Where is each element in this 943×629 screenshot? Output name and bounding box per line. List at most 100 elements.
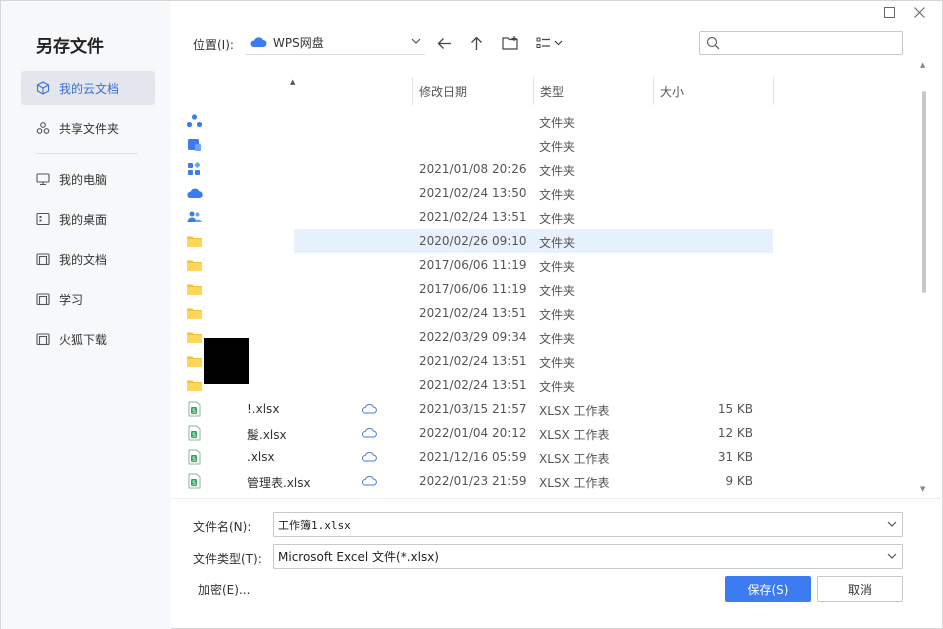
cloud-sync-icon [361,451,377,465]
up-button[interactable] [465,32,487,54]
file-row[interactable]: S 髲.xlsx 2022/01/04 20:12 XLSX 工作表 12 KB [181,421,773,445]
search-box[interactable] [699,31,903,55]
file-type: 文件夹 [539,188,576,202]
view-mode-button[interactable] [535,32,567,54]
folder-icon [186,233,203,249]
file-type: XLSX 工作表 [539,452,610,466]
filetype-select[interactable]: Microsoft Excel 文件(*.xlsx) [273,544,903,569]
sidebar-item-shared[interactable]: 共享文件夹 [21,111,155,145]
column-header-name[interactable] [181,77,413,105]
sidebar-divider [36,153,138,154]
svg-text:S: S [192,456,196,463]
location-value: WPS网盘 [273,35,324,50]
chevron-down-icon[interactable] [887,518,897,532]
maximize-button[interactable] [881,4,897,20]
sidebar-item-label: 共享文件夹 [59,121,120,136]
file-row[interactable]: S !.xlsx 2021/03/15 21:57 XLSX 工作表 15 KB [181,397,773,421]
filetype-label: 文件类型(T): [193,552,262,566]
save-button[interactable]: 保存(S) [725,576,811,602]
file-name: .xlsx [247,450,275,464]
filename-input[interactable]: 工作簿1.xlsx [273,512,903,537]
cloud-sync-icon [361,403,377,417]
folder-icon [186,305,203,321]
column-header-type[interactable]: 类型 [534,77,654,105]
sidebar-item-desktop[interactable]: 我的桌面 [21,202,155,236]
desktop-icon [36,212,50,226]
sidebar-item-cloud-docs[interactable]: 我的云文档 [21,71,155,105]
folder-outline-icon [36,252,50,266]
scrollbar-thumb[interactable] [922,91,926,293]
file-date: 2021/02/24 13:51 [419,378,527,392]
sidebar-item-study[interactable]: 学习 [21,282,155,316]
xlsx-icon: S [186,473,203,489]
file-date: 2021/03/15 21:57 [419,402,527,416]
sidebar: 另存文件 我的云文档 共享文件夹 我的电脑 我的桌面 我的文档 学习 火狐下载 [1,1,171,629]
sidebar-item-firefox-downloads[interactable]: 火狐下载 [21,322,155,356]
folder-outline-icon [36,292,50,306]
svg-text:S: S [192,432,196,439]
folder-row[interactable]: 文件夹 [181,109,773,133]
sidebar-item-my-documents[interactable]: 我的文档 [21,242,155,276]
monitor-icon [36,172,50,186]
encrypt-link[interactable]: 加密(E)... [198,581,250,598]
file-type: 文件夹 [539,116,576,130]
cube-icon [36,81,50,95]
file-date: 2021/12/16 05:59 [419,450,527,464]
arrow-up-icon [470,36,482,50]
xlsx-icon: S [186,425,203,441]
share-icon [36,121,50,135]
location-dropdown[interactable]: WPS网盘 [245,30,425,55]
folder-row[interactable]: 文件夹 [181,133,773,157]
folder-row[interactable]: 2022/03/29 09:34 文件夹 [181,325,773,349]
file-date: 2022/01/04 20:12 [419,426,527,440]
search-icon [706,36,720,53]
folder-row[interactable]: 2021/02/24 13:51 文件夹 [181,301,773,325]
file-type: 文件夹 [539,308,576,322]
sidebar-item-label: 我的云文档 [59,81,120,96]
new-folder-button[interactable] [499,32,521,54]
file-type: 文件夹 [539,284,576,298]
cloud-sync-icon [361,427,377,441]
file-date: 2021/02/24 13:51 [419,354,527,368]
folder-row[interactable]: 2021/02/24 13:51 文件夹 [181,373,773,397]
scroll-down-arrow-icon[interactable]: ▼ [920,485,925,493]
file-row[interactable]: S .xlsx 2021/12/16 05:59 XLSX 工作表 31 KB [181,445,773,469]
file-date: 2021/02/24 13:50 [419,186,527,200]
cancel-button[interactable]: 取消 [817,576,903,602]
cloud-sync-icon [361,475,377,489]
chevron-down-icon[interactable] [887,550,897,564]
file-type: 文件夹 [539,164,576,178]
folder-row[interactable]: 2017/06/06 11:19 文件夹 [181,277,773,301]
close-icon [913,6,925,18]
scroll-up-arrow-icon[interactable]: ▲ [920,61,925,69]
search-input[interactable] [726,34,898,52]
file-type: 文件夹 [539,380,576,394]
chevron-down-icon [411,35,421,49]
file-type: 文件夹 [539,356,576,370]
file-date: 2017/06/06 11:19 [419,282,527,296]
folder-row[interactable]: 2021/02/24 13:51 文件夹 [181,205,773,229]
sidebar-item-my-computer[interactable]: 我的电脑 [21,162,155,196]
tablet-icon [186,137,203,153]
folder-row[interactable]: 2021/02/24 13:51 文件夹 [181,349,773,373]
file-type: XLSX 工作表 [539,428,610,442]
column-header-size[interactable]: 大小 [654,77,774,105]
file-type: 文件夹 [539,332,576,346]
folder-row[interactable]: 2021/01/08 20:26 文件夹 [181,157,773,181]
filename-label: 文件名(N): [193,520,252,534]
folder-row[interactable]: 2021/02/24 13:50 文件夹 [181,181,773,205]
filename-value: 工作簿1.xlsx [278,518,351,532]
folder-row[interactable]: 2017/06/06 11:19 文件夹 [181,253,773,277]
filetype-value: Microsoft Excel 文件(*.xlsx) [278,550,439,564]
save-dialog: 另存文件 我的云文档 共享文件夹 我的电脑 我的桌面 我的文档 学习 火狐下载 … [0,0,943,629]
dialog-title: 另存文件 [36,37,104,57]
file-name: !.xlsx [247,402,280,416]
new-folder-icon [502,36,518,50]
back-button[interactable] [433,32,455,54]
folder-row[interactable]: 2020/02/26 09:10 文件夹 [187,229,773,253]
file-date: 2020/02/26 09:10 [419,234,527,248]
column-header-date[interactable]: 修改日期 [413,77,534,105]
apps-icon [186,161,203,177]
file-row[interactable]: S 管理表.xlsx 2022/01/23 21:59 XLSX 工作表 9 KB [181,469,773,493]
close-button[interactable] [911,4,927,20]
